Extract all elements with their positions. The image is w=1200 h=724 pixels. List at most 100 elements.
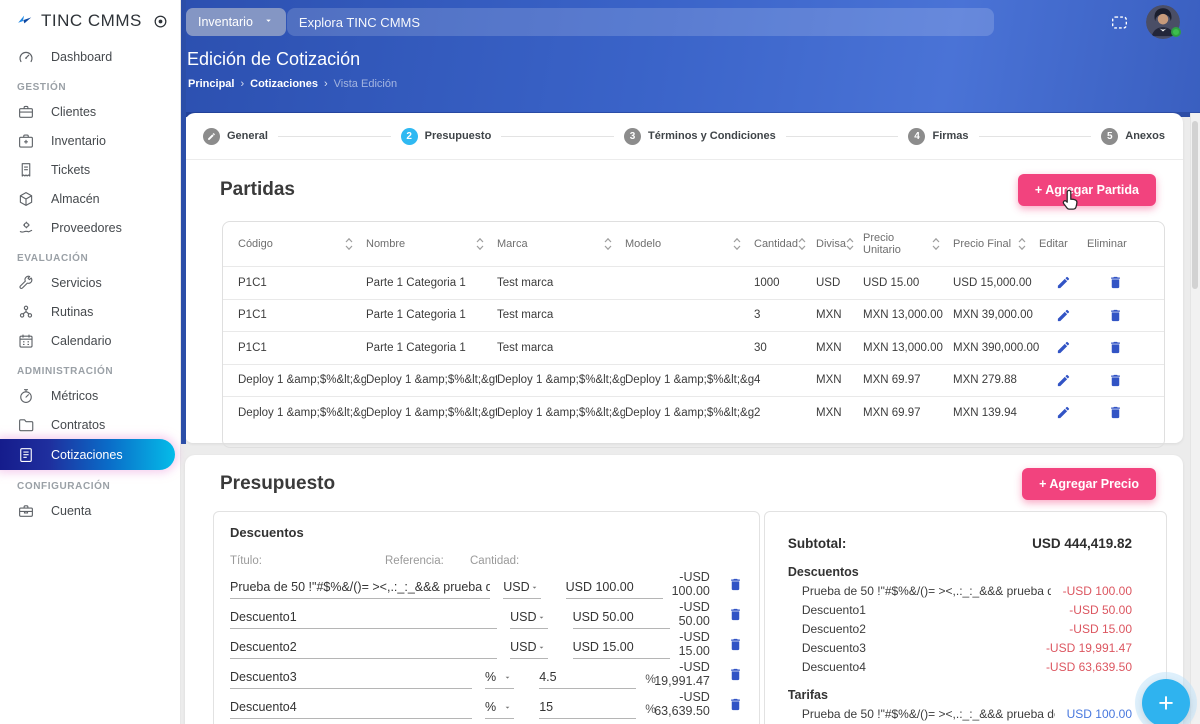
referencia-select[interactable]: USD	[510, 638, 548, 659]
resumen-item-value: -USD 19,991.47	[1045, 641, 1132, 655]
vertical-scrollbar[interactable]	[1190, 113, 1200, 724]
table-row: Deploy 1 &amp;$%&lt;&gt; Deploy 1 &amp;$…	[223, 396, 1164, 429]
sidebar-item-tickets[interactable]: Tickets	[0, 155, 180, 184]
sidebar-item-label: Cotizaciones	[51, 447, 123, 462]
edit-row-button[interactable]	[1054, 403, 1073, 422]
add-partida-button[interactable]: + Agregar Partida	[1017, 174, 1156, 206]
sidebar-item-clientes[interactable]: Clientes	[0, 97, 180, 126]
descuento-row: USD -USD 50.00	[230, 599, 745, 629]
cell-nombre: Deploy 1 &amp;$%&lt;&gt;	[366, 406, 497, 419]
sidebar-group-configuracion: CONFIGURACIÓN	[17, 481, 111, 492]
sort-icon[interactable]	[604, 237, 612, 251]
step-connector	[785, 135, 899, 137]
app-logo-icon	[15, 12, 34, 31]
sidebar-item-proveedores[interactable]: Proveedores	[0, 213, 180, 242]
descuento-titulo-input[interactable]	[230, 578, 491, 599]
sidebar-item-cuenta[interactable]: Cuenta	[0, 496, 180, 525]
delete-row-button[interactable]	[1106, 273, 1125, 292]
column-header-marca[interactable]: Marca	[497, 237, 625, 251]
delete-row-button[interactable]	[1106, 338, 1125, 357]
descuento-cantidad-input[interactable]	[539, 668, 637, 689]
fab-add-button[interactable]: +	[1142, 679, 1190, 724]
sidebar-item-servicios[interactable]: Servicios	[0, 268, 180, 297]
step-firmas[interactable]: 4 Firmas	[908, 127, 969, 145]
delete-descuento-button[interactable]	[726, 635, 745, 654]
descuento-cantidad-input[interactable]	[572, 638, 670, 659]
module-selector-label: Inventario	[198, 15, 253, 29]
sort-icon[interactable]	[345, 237, 353, 251]
referencia-select[interactable]: USD	[503, 578, 541, 599]
cell-codigo: P1C1	[238, 341, 267, 354]
descuento-titulo-input[interactable]	[230, 608, 498, 629]
delete-descuento-button[interactable]	[726, 605, 745, 624]
step-terminos[interactable]: 3 Términos y Condiciones	[624, 127, 776, 145]
content-area: General 2 Presupuesto 3 Términos y Condi…	[181, 113, 1200, 724]
sidebar-item-metricos[interactable]: Métricos	[0, 381, 180, 410]
sidebar: TINC CMMS Dashboard GESTIÓN Clientes Inv…	[0, 0, 181, 724]
referencia-select[interactable]: USD	[510, 608, 548, 629]
edit-row-button[interactable]	[1054, 306, 1073, 325]
column-header-modelo[interactable]: Modelo	[625, 237, 754, 251]
search-input[interactable]	[298, 14, 982, 30]
descuento-importe: -USD 63,639.50	[654, 690, 710, 718]
breadcrumb-cotizaciones[interactable]: Cotizaciones	[250, 78, 318, 90]
descuento-titulo-input[interactable]	[230, 638, 498, 659]
column-header-divisa[interactable]: Divisa	[816, 237, 863, 251]
add-precio-button[interactable]: + Agregar Precio	[1022, 468, 1156, 500]
column-header-cantidad[interactable]: Cantidad	[754, 237, 816, 251]
cell-precio-unitario: MXN 69.97	[863, 374, 921, 387]
descuento-cantidad-input[interactable]	[572, 608, 670, 629]
resumen-item: Prueba de 50 !"#$%&/()= ><,.:_:_&&& prue…	[801, 707, 1132, 721]
sort-icon[interactable]	[733, 237, 741, 251]
edit-row-button[interactable]	[1054, 338, 1073, 357]
delete-descuento-button[interactable]	[726, 695, 745, 714]
column-header-precio-unitario[interactable]: Precio Unitario	[863, 232, 953, 256]
sidebar-item-cotizaciones[interactable]: Cotizaciones	[0, 439, 175, 470]
delete-row-button[interactable]	[1106, 371, 1125, 390]
step-presupuesto[interactable]: 2 Presupuesto	[400, 127, 491, 145]
sidebar-item-dashboard[interactable]: Dashboard	[0, 42, 180, 71]
column-header-precio-final[interactable]: Precio Final	[953, 237, 1039, 251]
delete-descuento-button[interactable]	[726, 665, 745, 684]
descuento-cantidad-input[interactable]	[565, 578, 663, 599]
module-selector-dropdown[interactable]: Inventario	[186, 8, 286, 36]
delete-descuento-button[interactable]	[726, 575, 745, 594]
sidebar-item-calendario[interactable]: Calendario	[0, 326, 180, 355]
step-label: Firmas	[932, 130, 969, 142]
inventory-box-icon	[17, 132, 35, 150]
delete-row-button[interactable]	[1106, 306, 1125, 325]
descuento-cantidad-input[interactable]	[539, 698, 637, 719]
edit-row-button[interactable]	[1054, 371, 1073, 390]
wizard-stepper: General 2 Presupuesto 3 Términos y Condi…	[185, 113, 1183, 160]
sort-icon[interactable]	[846, 237, 854, 251]
delete-row-button[interactable]	[1106, 403, 1125, 422]
sidebar-item-label: Proveedores	[51, 220, 122, 235]
global-search[interactable]	[286, 8, 994, 36]
sidebar-item-inventario[interactable]: Inventario	[0, 126, 180, 155]
descuento-titulo-input[interactable]	[230, 698, 472, 719]
user-avatar[interactable]	[1146, 5, 1181, 39]
sidebar-toggle-icon[interactable]	[153, 14, 168, 29]
referencia-select[interactable]: %	[484, 698, 515, 719]
sidebar-item-almacen[interactable]: Almacén	[0, 184, 180, 213]
sort-icon[interactable]	[798, 237, 806, 251]
resumen-item-value: USD 100.00	[1066, 707, 1132, 721]
table-row: Deploy 1 &amp;$%&lt;&gt; Deploy 1 &amp;$…	[223, 363, 1164, 397]
step-anexos[interactable]: 5 Anexos	[1101, 127, 1165, 145]
sort-icon[interactable]	[1018, 237, 1026, 251]
step-general[interactable]: General	[203, 127, 268, 145]
resumen-item: Descuento1 -USD 50.00	[801, 603, 1132, 617]
breadcrumb-principal[interactable]: Principal	[188, 78, 234, 90]
column-header-codigo[interactable]: Código	[238, 237, 366, 251]
descuento-titulo-input[interactable]	[230, 668, 472, 689]
sort-icon[interactable]	[476, 237, 484, 251]
referencia-select[interactable]: %	[484, 668, 515, 689]
cell-precio-final: MXN 139.94	[953, 406, 1017, 419]
edit-row-button[interactable]	[1054, 273, 1073, 292]
select-area-icon[interactable]	[1111, 15, 1128, 30]
sidebar-item-rutinas[interactable]: Rutinas	[0, 297, 180, 326]
column-header-nombre[interactable]: Nombre	[366, 237, 497, 251]
sidebar-item-contratos[interactable]: Contratos	[0, 410, 180, 439]
scrollbar-thumb[interactable]	[1192, 121, 1198, 289]
sort-icon[interactable]	[932, 237, 940, 251]
